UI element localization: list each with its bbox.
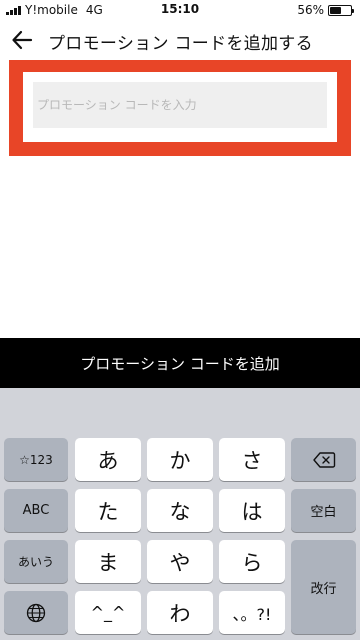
battery-fill: [330, 6, 342, 14]
promo-highlight-frame: [9, 60, 351, 156]
arrow-left-icon: [12, 30, 33, 50]
delete-key[interactable]: [291, 438, 356, 481]
key-mode-kana[interactable]: あいう: [4, 540, 68, 583]
add-promo-button[interactable]: プロモーション コードを追加: [0, 338, 360, 388]
globe-icon: [26, 603, 46, 622]
status-bar: Y!mobile 4G 15:10 56%: [0, 0, 360, 20]
space-key[interactable]: 空白: [291, 489, 356, 532]
key-ra[interactable]: ら: [219, 540, 285, 583]
promo-code-input[interactable]: [33, 82, 327, 128]
back-button[interactable]: [6, 24, 38, 56]
key-a[interactable]: あ: [75, 438, 141, 481]
key-wa[interactable]: わ: [147, 591, 213, 634]
key-ya[interactable]: や: [147, 540, 213, 583]
backspace-icon: [312, 451, 335, 468]
battery-icon: [328, 4, 354, 16]
key-na[interactable]: な: [147, 489, 213, 532]
key-ha[interactable]: は: [219, 489, 285, 532]
key-emoticon[interactable]: ^_^: [75, 591, 141, 634]
return-key[interactable]: 改行: [291, 540, 356, 634]
globe-key[interactable]: [4, 591, 68, 634]
key-mode-abc[interactable]: ABC: [4, 489, 68, 532]
key-ma[interactable]: ま: [75, 540, 141, 583]
page-title: プロモーション コードを追加する: [48, 34, 313, 54]
battery-percent: 56%: [297, 3, 324, 17]
promo-field-container: [23, 72, 337, 142]
status-right: 56%: [297, 3, 354, 17]
key-sa[interactable]: さ: [219, 438, 285, 481]
header: プロモーション コードを追加する: [0, 22, 360, 58]
key-ka[interactable]: か: [147, 438, 213, 481]
key-mode-numbers[interactable]: ☆123: [4, 438, 68, 481]
key-ta[interactable]: た: [75, 489, 141, 532]
keyboard: ☆123 あ か さ ABC た な は 空白 あいう ま や ら 改行 ^_^…: [0, 388, 360, 640]
key-punctuation[interactable]: 、。?!: [219, 591, 285, 634]
